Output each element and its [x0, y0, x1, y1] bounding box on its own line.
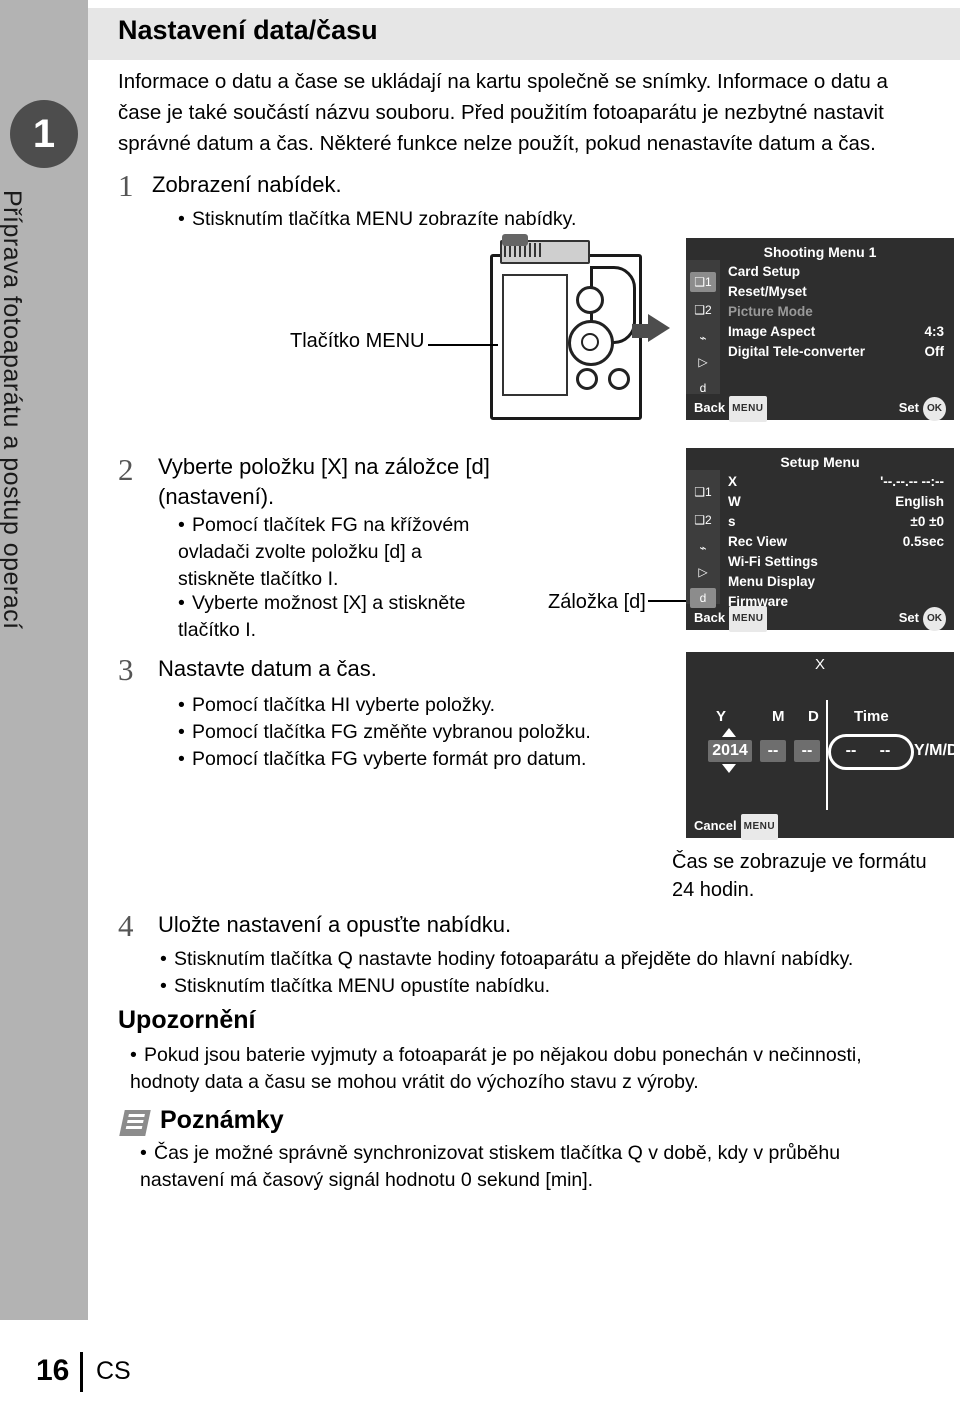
menu-row[interactable]: W English: [728, 492, 944, 512]
ok-badge-icon: OK: [923, 607, 946, 631]
datetime-footer: Cancel MENU: [686, 814, 954, 840]
step-3-bullet-1: • Pomocí tlačítka HI vyberte položky.: [178, 694, 496, 716]
setup-menu-footer: Back MENU Set OK: [686, 606, 954, 632]
menu-row[interactable]: s ±0 ±0: [728, 512, 944, 532]
datetime-col-time: Time: [854, 708, 889, 725]
time-format-caption: Čas se zobrazuje ve formátu 24 hodin.: [672, 851, 927, 901]
menu-row[interactable]: Image Aspect 4:3: [728, 322, 944, 342]
step-2-bullet-2: • Vyberte možnost [X] a stiskněte tlačítk…: [178, 592, 466, 641]
step-1-number: 1: [118, 168, 134, 203]
menu-row[interactable]: Reset/Myset: [728, 282, 944, 302]
step-3-number: 3: [118, 652, 134, 687]
tab-setup[interactable]: d: [690, 588, 716, 608]
footer-language: CS: [96, 1357, 131, 1385]
footer-divider: [80, 1352, 83, 1392]
datetime-col-m: M: [772, 708, 785, 725]
step-3-title: Nastavte datum a čas.: [158, 656, 377, 681]
setup-menu-title: Setup Menu: [780, 454, 860, 470]
menu-row[interactable]: Rec View 0.5sec: [728, 532, 944, 552]
tab-setup[interactable]: d: [690, 378, 716, 398]
shooting-menu-footer: Back MENU Set OK: [686, 396, 954, 422]
menu-row[interactable]: Picture Mode: [728, 302, 944, 322]
setup-menu-rows: X '--.--.-- --:-- W English s ±0 ±0 Rec Vie…: [728, 472, 944, 612]
intro-paragraph: Informace o datu a čase se ukládají na k…: [118, 70, 888, 155]
step-1-bullet-1: • Stisknutím tlačítka MENU zobrazíte nabí…: [178, 208, 577, 230]
shooting-menu-tabs: ❑1 ❑2 ⌁ ▷ d: [686, 260, 720, 395]
tab-playback[interactable]: ▷: [690, 352, 716, 372]
menu-button-leader-line: [428, 344, 498, 346]
menu-badge-icon: MENU: [729, 396, 767, 422]
screen-datetime: X Y M D Time 2014 -- -- -- -- Y/M/D Canc…: [686, 652, 958, 840]
tips-bullet-1: • Čas je možné správně synchronizovat sti…: [140, 1142, 841, 1191]
shooting-menu-rows: Card Setup Reset/Myset Picture Mode Imag…: [728, 262, 944, 362]
tips-title: Poznámky: [160, 1106, 284, 1134]
menu-row[interactable]: Digital Tele-converter Off: [728, 342, 944, 362]
tab-movie[interactable]: ⌁: [690, 538, 716, 558]
menu-row[interactable]: Wi-Fi Settings: [728, 552, 944, 572]
datetime-up-arrow-icon[interactable]: [722, 728, 736, 737]
notes-icon: [119, 1110, 151, 1136]
datetime-day-field[interactable]: --: [794, 740, 820, 762]
datetime-year-field[interactable]: 2014: [708, 740, 752, 762]
step-2-number: 2: [118, 452, 134, 487]
menu-row[interactable]: X '--.--.-- --:--: [728, 472, 944, 492]
step-4-number: 4: [118, 908, 134, 943]
step-4-title: Uložte nastavení a opusťte nabídku.: [158, 912, 512, 937]
datetime-connector-line: [826, 700, 828, 810]
screen-shooting-menu: Shooting Menu 1 ❑1 ❑2 ⌁ ▷ d Card Setup R…: [686, 238, 954, 422]
menu-badge-icon: MENU: [729, 606, 767, 632]
menu-button-label: Tlačítko MENU: [290, 330, 425, 352]
datetime-time-highlight: [828, 734, 914, 770]
tab-shooting-1[interactable]: ❑1: [690, 482, 716, 502]
chapter-number-badge: 1: [10, 100, 78, 168]
step-4-bullet-2: • Stisknutím tlačítka MENU opustíte nabíd…: [160, 975, 551, 997]
tab-playback[interactable]: ▷: [690, 562, 716, 582]
step-1-title: Zobrazení nabídek.: [152, 172, 342, 197]
menu-badge-icon: MENU: [740, 814, 779, 840]
tab-shooting-2[interactable]: ❑2: [690, 300, 716, 320]
datetime-format[interactable]: Y/M/D: [914, 742, 958, 760]
warning-title: Upozornění: [118, 1006, 256, 1034]
step-3-bullet-2: • Pomocí tlačítka FG změňte vybranou polo…: [178, 721, 591, 743]
page-number: 16: [36, 1354, 70, 1387]
tab-shooting-1[interactable]: ❑1: [690, 272, 716, 292]
step-2-title: Vyberte položku [X] na záložce [d] (nast…: [158, 454, 490, 509]
step-2-bullet-1: • Pomocí tlačítek FG na křížovém ovladači…: [178, 514, 470, 590]
tab-movie[interactable]: ⌁: [690, 328, 716, 348]
datetime-col-y: Y: [716, 708, 727, 725]
datetime-month-field[interactable]: --: [760, 740, 786, 762]
warning-bullet-1: • Pokud jsou baterie vyjmuty a fotoaparát…: [130, 1044, 862, 1093]
step-4-bullet-1: • Stisknutím tlačítka Q nastavte hodiny f…: [160, 948, 854, 970]
menu-row[interactable]: Menu Display: [728, 572, 944, 592]
menu-row[interactable]: Card Setup: [728, 262, 944, 282]
ok-badge-icon: OK: [923, 397, 946, 421]
setup-menu-tabs: ❑1 ❑2 ⌁ ▷ d: [686, 470, 720, 608]
datetime-title: X: [814, 656, 825, 673]
tab-shooting-2[interactable]: ❑2: [690, 510, 716, 530]
tab-label: Záložka [d]: [548, 591, 646, 613]
shooting-menu-title: Shooting Menu 1: [763, 244, 877, 260]
chapter-vertical-title: Příprava fotoaparátu a postup operací: [0, 190, 26, 630]
datetime-col-d: D: [808, 708, 819, 725]
step-3-bullet-3: • Pomocí tlačítka FG vyberte formát pro d…: [178, 748, 587, 770]
page-title: Nastavení data/času: [118, 15, 378, 45]
screen-setup-menu: Setup Menu ❑1 ❑2 ⌁ ▷ d X '--.--.-- --:-- …: [686, 448, 954, 632]
datetime-down-arrow-icon[interactable]: [722, 764, 736, 773]
camera-illustration: [480, 232, 680, 422]
